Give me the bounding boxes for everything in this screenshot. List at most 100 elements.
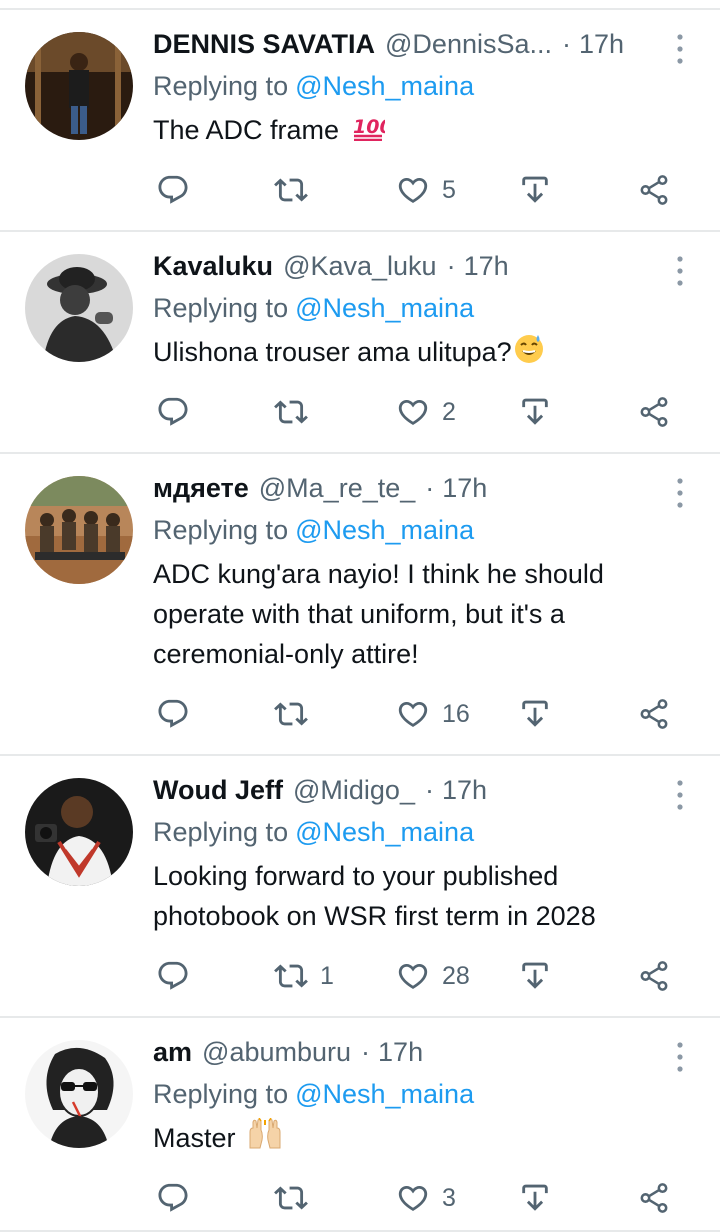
- user-handle[interactable]: @DennisSa...: [385, 26, 552, 62]
- tweet-text-content: ADC kung'ara nayio! I think he should op…: [153, 559, 604, 669]
- share-button[interactable]: [637, 694, 671, 734]
- reply-button[interactable]: [156, 694, 190, 734]
- tweet-text: Master: [153, 1117, 693, 1161]
- reply-icon: [156, 959, 190, 993]
- replying-to: Replying to @Nesh_maina: [153, 512, 474, 548]
- reply-tweet[interactable]: DENNIS SAVATIA @DennisSa... · 17h Replyi…: [0, 10, 720, 232]
- reply-button[interactable]: [156, 956, 190, 996]
- mention-link[interactable]: @Nesh_maina: [295, 515, 474, 545]
- user-handle[interactable]: @Midigo_: [293, 772, 415, 808]
- like-button[interactable]: 16: [396, 694, 470, 734]
- reply-icon: [156, 173, 190, 207]
- replying-label: Replying to: [153, 71, 289, 101]
- like-button[interactable]: 28: [396, 956, 470, 996]
- share-icon: [637, 959, 671, 993]
- replying-label: Replying to: [153, 293, 289, 323]
- reply-button[interactable]: [156, 1178, 190, 1218]
- user-handle[interactable]: @Kava_luku: [283, 248, 437, 284]
- retweet-button[interactable]: [274, 170, 320, 210]
- avatar-image: [25, 476, 133, 584]
- timestamp[interactable]: 17h: [378, 1034, 423, 1070]
- replying-label: Replying to: [153, 515, 289, 545]
- mention-link[interactable]: @Nesh_maina: [295, 1079, 474, 1109]
- like-icon: [396, 173, 430, 207]
- tweet-text: ADC kung'ara nayio! I think he should op…: [153, 554, 673, 674]
- timestamp[interactable]: 17h: [464, 248, 509, 284]
- separator-dot: ·: [424, 775, 434, 805]
- reply-tweet[interactable]: Kavaluku @Kava_luku · 17h Replying to @Ne…: [0, 232, 720, 454]
- download-button[interactable]: [518, 170, 552, 210]
- separator-dot: ·: [562, 29, 571, 59]
- timestamp[interactable]: 17h: [579, 26, 624, 62]
- reply-button[interactable]: [156, 392, 190, 432]
- like-button[interactable]: 2: [396, 392, 456, 432]
- avatar[interactable]: [25, 254, 133, 362]
- retweet-icon: [274, 697, 308, 731]
- retweet-button[interactable]: [274, 1178, 320, 1218]
- replying-label: Replying to: [153, 1079, 289, 1109]
- more-icon[interactable]: [668, 476, 692, 510]
- action-bar: 3: [0, 1178, 720, 1218]
- share-button[interactable]: [637, 392, 671, 432]
- like-button[interactable]: 5: [396, 170, 456, 210]
- mention-link[interactable]: @Nesh_maina: [295, 71, 474, 101]
- reply-tweet[interactable]: am @abumburu · 17h Replying to @Nesh_main…: [0, 1018, 720, 1232]
- reply-icon: [156, 395, 190, 429]
- tweet-text-content: Looking forward to your published photob…: [153, 861, 596, 931]
- more-icon[interactable]: [668, 778, 692, 812]
- like-button[interactable]: 3: [396, 1178, 456, 1218]
- more-icon[interactable]: [668, 1040, 692, 1074]
- tweet-text: Ulishona trouser ama ulitupa?: [153, 332, 693, 375]
- avatar[interactable]: [25, 778, 133, 886]
- avatar[interactable]: [25, 476, 133, 584]
- more-icon[interactable]: [668, 32, 692, 66]
- retweet-button[interactable]: 1: [274, 956, 334, 996]
- avatar[interactable]: [25, 1040, 133, 1148]
- action-bar: 16: [0, 694, 720, 734]
- replying-to: Replying to @Nesh_maina: [153, 814, 474, 850]
- mention-link[interactable]: @Nesh_maina: [295, 293, 474, 323]
- reply-button[interactable]: [156, 170, 190, 210]
- more-icon[interactable]: [668, 254, 692, 288]
- download-button[interactable]: [518, 694, 552, 734]
- share-button[interactable]: [637, 170, 671, 210]
- avatar-image: [25, 32, 133, 140]
- hundred-points-emoji-icon: 100: [351, 111, 392, 152]
- tweet-text: Looking forward to your published photob…: [153, 856, 673, 936]
- display-name[interactable]: мдяете: [153, 470, 249, 506]
- like-icon: [396, 395, 430, 429]
- retweet-icon: [274, 395, 308, 429]
- download-icon: [518, 173, 552, 207]
- download-button[interactable]: [518, 956, 552, 996]
- share-button[interactable]: [637, 1178, 671, 1218]
- mention-link[interactable]: @Nesh_maina: [295, 817, 474, 847]
- like-icon: [396, 1181, 430, 1215]
- reply-tweet[interactable]: мдяете @Ma_re_te_ · 17h Replying to @Nesh…: [0, 454, 720, 756]
- retweet-icon: [274, 959, 308, 993]
- display-name[interactable]: am: [153, 1034, 192, 1070]
- user-handle[interactable]: @Ma_re_te_: [259, 470, 416, 506]
- user-handle[interactable]: @abumburu: [202, 1034, 351, 1070]
- like-count: 28: [442, 962, 470, 990]
- like-count: 5: [442, 176, 456, 204]
- download-button[interactable]: [518, 1178, 552, 1218]
- timestamp[interactable]: 17h: [442, 470, 487, 506]
- timestamp[interactable]: 17h: [442, 772, 487, 808]
- tweet-header: Kavaluku @Kava_luku · 17h: [153, 248, 509, 284]
- retweet-button[interactable]: [274, 694, 320, 734]
- like-count: 3: [442, 1184, 456, 1212]
- replying-to: Replying to @Nesh_maina: [153, 290, 474, 326]
- avatar[interactable]: [25, 32, 133, 140]
- replying-to: Replying to @Nesh_maina: [153, 1076, 474, 1112]
- retweet-icon: [274, 1181, 308, 1215]
- share-icon: [637, 173, 671, 207]
- retweet-button[interactable]: [274, 392, 320, 432]
- display-name[interactable]: DENNIS SAVATIA: [153, 26, 375, 62]
- reply-tweet[interactable]: Woud Jeff @Midigo_ · 17h Replying to @Nes…: [0, 756, 720, 1018]
- download-button[interactable]: [518, 392, 552, 432]
- display-name[interactable]: Woud Jeff: [153, 772, 283, 808]
- display-name[interactable]: Kavaluku: [153, 248, 273, 284]
- share-icon: [637, 1181, 671, 1215]
- avatar-image: [25, 254, 133, 362]
- share-button[interactable]: [637, 956, 671, 996]
